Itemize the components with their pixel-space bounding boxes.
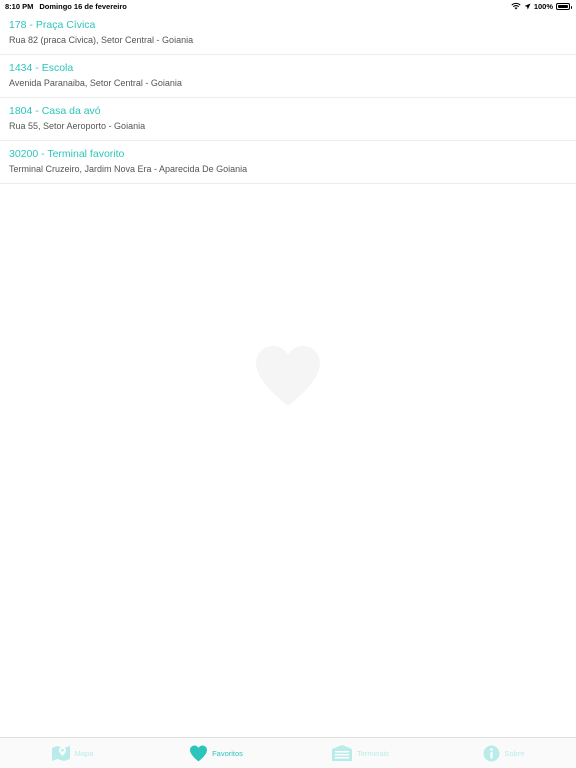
status-left: 8:10 PM Domingo 16 de fevereiro <box>5 2 127 11</box>
favorite-title: 178 - Praça Cívica <box>9 19 96 31</box>
tab-label: Sobre <box>504 748 525 758</box>
favorite-address: Terminal Cruzeiro, Jardim Nova Era - Apa… <box>9 164 248 174</box>
tab-label: Mapa <box>74 748 94 758</box>
favorite-title: 1804 - Casa da avó <box>9 105 101 117</box>
tab-terminais[interactable]: Terminais <box>288 738 432 768</box>
tab-label: Favoritos <box>212 748 243 758</box>
tab-bar: Mapa Favoritos Terminais Sobre <box>0 737 576 768</box>
location-arrow-icon <box>524 3 531 10</box>
background-heart-icon <box>254 344 322 408</box>
favorite-item[interactable]: 30200 - Terminal favorito Terminal Cruze… <box>0 141 576 184</box>
tab-sobre[interactable]: Sobre <box>432 738 576 768</box>
favorite-item[interactable]: 1804 - Casa da avó Rua 55, Setor Aeropor… <box>0 98 576 141</box>
tab-mapa[interactable]: Mapa <box>0 738 144 768</box>
battery-percentage: 100% <box>533 1 553 11</box>
favorite-item[interactable]: 178 - Praça Cívica Rua 82 (praca Civica)… <box>0 12 576 55</box>
status-time: 8:10 PM <box>5 1 34 11</box>
favorite-address: Rua 55, Setor Aeroporto - Goiania <box>9 121 146 131</box>
heart-icon <box>189 745 208 762</box>
terminal-building-icon <box>331 744 353 762</box>
wifi-icon <box>511 2 521 10</box>
tab-label: Terminais <box>356 748 390 758</box>
favorite-address: Rua 82 (praca Civica), Setor Central - G… <box>9 35 194 45</box>
favorites-list: 178 - Praça Cívica Rua 82 (praca Civica)… <box>0 12 576 184</box>
favorite-title: 1434 - Escola <box>9 62 74 74</box>
map-icon <box>51 744 71 762</box>
tab-favoritos[interactable]: Favoritos <box>144 738 288 768</box>
favorite-item[interactable]: 1434 - Escola Avenida Paranaiba, Setor C… <box>0 55 576 98</box>
status-bar: 8:10 PM Domingo 16 de fevereiro 100% <box>0 0 576 12</box>
favorite-address: Avenida Paranaiba, Setor Central - Goian… <box>9 78 182 88</box>
info-icon <box>483 745 500 762</box>
status-date: Domingo 16 de fevereiro <box>39 1 127 11</box>
status-right: 100% <box>511 1 572 11</box>
battery-icon <box>556 2 572 10</box>
favorite-title: 30200 - Terminal favorito <box>9 148 125 160</box>
